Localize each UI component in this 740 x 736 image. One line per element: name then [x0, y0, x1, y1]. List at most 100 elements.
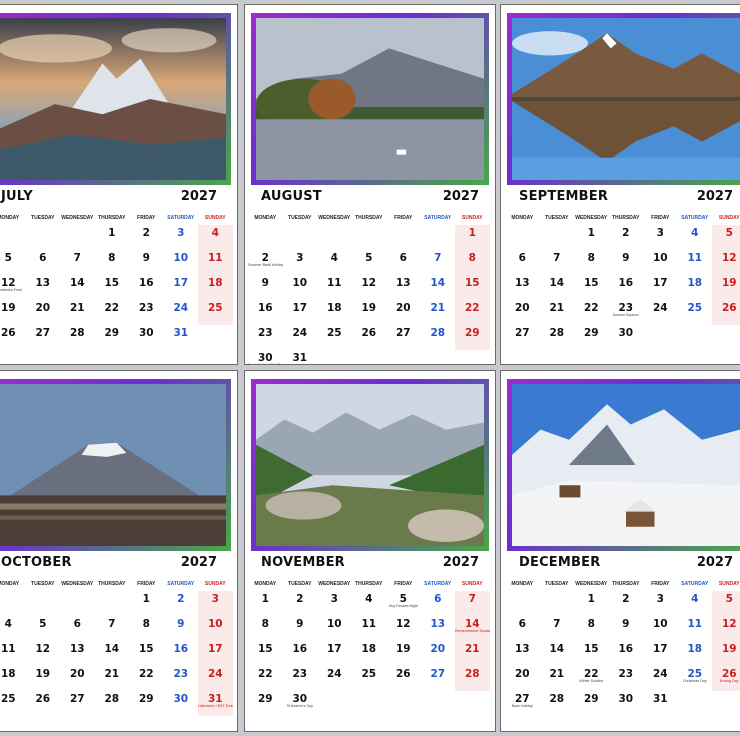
day-cell[interactable]: 19	[0, 300, 26, 325]
day-cell[interactable]: 24	[198, 666, 233, 691]
day-cell[interactable]: 1	[95, 225, 130, 250]
day-cell[interactable]: 6	[26, 250, 61, 275]
day-cell[interactable]: 26	[26, 691, 61, 716]
day-cell[interactable]: 18	[198, 275, 233, 300]
day-cell[interactable]: 21	[95, 666, 130, 691]
day-cell[interactable]: 4	[678, 591, 713, 616]
day-cell[interactable]: 18	[678, 641, 713, 666]
day-cell[interactable]: 20	[386, 300, 421, 325]
day-cell[interactable]: 29	[129, 691, 164, 716]
day-cell[interactable]: 8	[574, 250, 609, 275]
day-cell[interactable]: 2 Summer Bank Holiday	[248, 250, 283, 275]
day-cell[interactable]: 28	[60, 325, 95, 350]
day-cell[interactable]: 5	[712, 225, 740, 250]
day-cell[interactable]: 18	[352, 641, 387, 666]
day-cell[interactable]: 10	[643, 250, 678, 275]
day-cell[interactable]: 6	[505, 250, 540, 275]
day-cell[interactable]: 20	[26, 300, 61, 325]
day-cell[interactable]: 26 Boxing Day	[712, 666, 740, 691]
day-cell[interactable]: 6	[60, 616, 95, 641]
day-cell[interactable]: 25 Christmas Day	[678, 666, 713, 691]
day-cell[interactable]: 11	[317, 275, 352, 300]
day-cell[interactable]: 30 St Andrew's Day	[283, 691, 318, 716]
day-cell[interactable]: 6	[421, 591, 456, 616]
day-cell[interactable]: 30	[609, 691, 644, 716]
day-cell[interactable]: 13	[421, 616, 456, 641]
day-cell[interactable]: 27	[60, 691, 95, 716]
day-cell[interactable]: 14	[60, 275, 95, 300]
day-cell[interactable]: 30	[129, 325, 164, 350]
day-cell[interactable]: 4	[198, 225, 233, 250]
day-cell[interactable]: 4	[317, 250, 352, 275]
day-cell[interactable]: 25	[0, 691, 26, 716]
day-cell[interactable]: 15	[248, 641, 283, 666]
day-cell[interactable]: 17	[317, 641, 352, 666]
day-cell[interactable]: 9	[609, 250, 644, 275]
day-cell[interactable]: 9	[248, 275, 283, 300]
day-cell[interactable]: 20	[421, 641, 456, 666]
day-cell[interactable]: 12	[352, 275, 387, 300]
day-cell[interactable]: 26	[0, 325, 26, 350]
day-cell[interactable]: 10	[198, 616, 233, 641]
day-cell[interactable]: 11	[678, 250, 713, 275]
day-cell[interactable]: 9	[609, 616, 644, 641]
day-cell[interactable]: 23	[164, 666, 199, 691]
day-cell[interactable]: 13	[505, 275, 540, 300]
day-cell[interactable]: 23	[609, 666, 644, 691]
day-cell[interactable]: 15	[455, 275, 490, 300]
day-cell[interactable]: 5	[352, 250, 387, 275]
day-cell[interactable]: 21	[421, 300, 456, 325]
day-cell[interactable]: 9	[283, 616, 318, 641]
day-cell[interactable]: 7	[95, 616, 130, 641]
day-cell[interactable]: 18	[678, 275, 713, 300]
day-cell[interactable]: 22	[574, 300, 609, 325]
day-cell[interactable]: 12	[712, 616, 740, 641]
day-cell[interactable]: 7	[540, 250, 575, 275]
day-cell[interactable]: 25	[317, 325, 352, 350]
day-cell[interactable]: 15	[574, 641, 609, 666]
day-cell[interactable]: 10	[164, 250, 199, 275]
day-cell[interactable]: 31 Halloween / BST Ends	[198, 691, 233, 716]
day-cell[interactable]: 23	[283, 666, 318, 691]
day-cell[interactable]: 11	[198, 250, 233, 275]
day-cell[interactable]: 3	[283, 250, 318, 275]
day-cell[interactable]: 16	[129, 275, 164, 300]
day-cell[interactable]: 24	[317, 666, 352, 691]
day-cell[interactable]: 31	[164, 325, 199, 350]
day-cell[interactable]: 2	[609, 225, 644, 250]
day-cell[interactable]: 29	[574, 325, 609, 350]
day-cell[interactable]: 26	[352, 325, 387, 350]
day-cell[interactable]: 28	[95, 691, 130, 716]
day-cell[interactable]: 25	[352, 666, 387, 691]
day-cell[interactable]: 29	[95, 325, 130, 350]
day-cell[interactable]: 16	[164, 641, 199, 666]
day-cell[interactable]: 10	[643, 616, 678, 641]
day-cell[interactable]: 26	[386, 666, 421, 691]
day-cell[interactable]: 2	[164, 591, 199, 616]
day-cell[interactable]: 25	[198, 300, 233, 325]
day-cell[interactable]: 27	[421, 666, 456, 691]
day-cell[interactable]: 22	[129, 666, 164, 691]
day-cell[interactable]: 18	[317, 300, 352, 325]
day-cell[interactable]: 22	[95, 300, 130, 325]
day-cell[interactable]: 11	[352, 616, 387, 641]
day-cell[interactable]: 22 Winter Solstice	[574, 666, 609, 691]
day-cell[interactable]: 31	[643, 691, 678, 716]
day-cell[interactable]: 9	[164, 616, 199, 641]
day-cell[interactable]: 21	[455, 641, 490, 666]
day-cell[interactable]: 22	[248, 666, 283, 691]
day-cell[interactable]: 8	[248, 616, 283, 641]
day-cell[interactable]: 20	[505, 666, 540, 691]
day-cell[interactable]: 27	[386, 325, 421, 350]
day-cell[interactable]: 15	[129, 641, 164, 666]
day-cell[interactable]: 1	[574, 225, 609, 250]
day-cell[interactable]: 16	[609, 641, 644, 666]
day-cell[interactable]: 18	[0, 666, 26, 691]
day-cell[interactable]: 7	[421, 250, 456, 275]
day-cell[interactable]: 6	[505, 616, 540, 641]
day-cell[interactable]: 5	[712, 591, 740, 616]
day-cell[interactable]: 13	[26, 275, 61, 300]
day-cell[interactable]: 22	[455, 300, 490, 325]
day-cell[interactable]: 1	[455, 225, 490, 250]
day-cell[interactable]: 1	[574, 591, 609, 616]
